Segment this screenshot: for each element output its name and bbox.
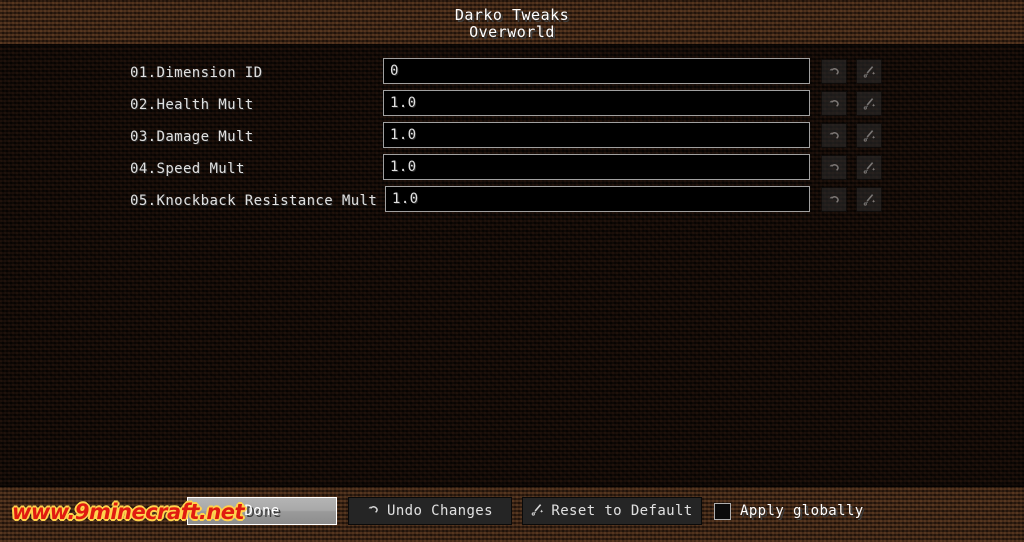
- reset-wand-icon[interactable]: [856, 59, 882, 84]
- option-row: 04.Speed Mult 1.0: [0, 154, 1024, 186]
- reset-wand-icon[interactable]: [856, 123, 882, 148]
- footer-shadow: [0, 483, 1024, 487]
- option-row: 05.Knockback Resistance Mult 1.0: [0, 186, 1024, 218]
- reset-to-default-label: Reset to Default: [551, 503, 693, 519]
- option-label: 03.Damage Mult: [130, 129, 254, 145]
- undo-changes-label: Undo Changes: [387, 503, 493, 519]
- option-text-field[interactable]: 1.0: [383, 90, 810, 116]
- undo-arrow-icon: [367, 503, 380, 520]
- option-label: 05.Knockback Resistance Mult: [130, 193, 378, 209]
- header-shadow: [0, 44, 1024, 48]
- apply-globally-label: Apply globally: [740, 503, 864, 519]
- option-row: 01.Dimension ID 0: [0, 58, 1024, 90]
- option-text-field[interactable]: 1.0: [383, 122, 810, 148]
- page-subtitle: Overworld: [469, 23, 555, 41]
- page-title: Darko Tweaks: [454, 6, 570, 24]
- apply-globally-checkbox[interactable]: Apply globally: [714, 497, 864, 525]
- reset-wand-icon: [531, 503, 544, 520]
- undo-arrow-icon[interactable]: [821, 155, 847, 180]
- undo-arrow-icon[interactable]: [821, 59, 847, 84]
- option-row: 02.Health Mult 1.0: [0, 90, 1024, 122]
- option-field-value: 1.0: [390, 127, 417, 143]
- option-label: 01.Dimension ID: [130, 65, 263, 81]
- undo-arrow-icon[interactable]: [821, 187, 847, 212]
- title-block: Darko Tweaks Overworld: [0, 7, 1024, 41]
- checkbox-box[interactable]: [714, 502, 731, 520]
- option-text-field[interactable]: 1.0: [385, 186, 810, 212]
- option-field-value: 1.0: [390, 95, 417, 111]
- done-button-label: Done: [244, 503, 280, 519]
- reset-wand-icon[interactable]: [856, 91, 882, 116]
- undo-changes-button[interactable]: Undo Changes: [348, 497, 512, 525]
- undo-arrow-icon[interactable]: [821, 123, 847, 148]
- option-field-value: 0: [390, 63, 399, 79]
- undo-arrow-icon[interactable]: [821, 91, 847, 116]
- reset-wand-icon[interactable]: [856, 187, 882, 212]
- option-text-field[interactable]: 0: [383, 58, 810, 84]
- site-watermark: www.9minecraft.net: [12, 500, 245, 524]
- reset-wand-icon[interactable]: [856, 155, 882, 180]
- options-list: 01.Dimension ID 0 02.Health Mult 1.0 03.…: [0, 58, 1024, 218]
- option-field-value: 1.0: [390, 159, 417, 175]
- option-row: 03.Damage Mult 1.0: [0, 122, 1024, 154]
- option-field-value: 1.0: [392, 191, 419, 207]
- reset-to-default-button[interactable]: Reset to Default: [522, 497, 702, 525]
- minecraft-config-screen: Darko Tweaks Overworld 01.Dimension ID 0: [0, 0, 1024, 542]
- option-label: 04.Speed Mult: [130, 161, 245, 177]
- option-label: 02.Health Mult: [130, 97, 254, 113]
- option-text-field[interactable]: 1.0: [383, 154, 810, 180]
